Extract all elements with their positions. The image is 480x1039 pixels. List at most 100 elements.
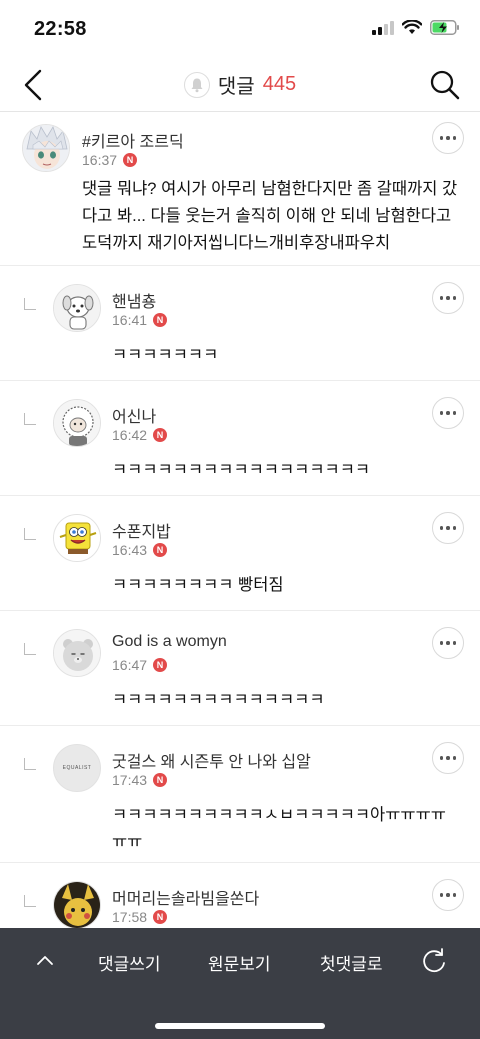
comment-meta: 16:43 N — [112, 542, 168, 558]
cartoon-fluffy-character-avatar-icon — [54, 400, 100, 446]
new-badge: N — [123, 153, 138, 167]
view-original-button[interactable]: 원문보기 — [208, 950, 271, 975]
status-time: 22:58 — [34, 18, 87, 40]
reply-indicator-icon — [24, 528, 36, 540]
comment-author[interactable]: 수폰지밥 — [112, 518, 171, 542]
comment-author[interactable]: God is a womyn — [112, 633, 227, 651]
write-comment-button[interactable]: 댓글쓰기 — [98, 950, 161, 975]
page-title: 댓글 445 — [0, 70, 480, 99]
comment-text: 댓글 뭐냐? 여시가 아무리 남혐한다지만 좀 갈때까지 갔다고 봐... 다들… — [82, 180, 458, 252]
more-dot — [452, 136, 457, 140]
reply-item: God is a womyn 16:47 N ㅋㅋㅋㅋㅋㅋㅋㅋㅋㅋㅋㅋㅋㅋ — [0, 611, 480, 726]
new-badge: N — [153, 543, 168, 557]
navigation-bar: 댓글 445 — [0, 58, 480, 112]
notification-bell[interactable] — [183, 71, 210, 98]
status-bar: 22:58 — [0, 0, 480, 58]
comment-meta: 17:43 N — [112, 772, 168, 788]
new-badge: N — [153, 313, 168, 327]
sponge-character-avatar-icon — [54, 515, 100, 561]
avatar[interactable] — [53, 629, 101, 677]
comment-author[interactable]: 머머리는솔라빔을쏜다 — [112, 885, 259, 909]
reply-indicator-icon — [24, 895, 36, 907]
more-dots-icon — [439, 136, 444, 140]
avatar[interactable]: EQUALIST — [53, 744, 101, 792]
reply-item: 핸냄춍 16:41 N ㅋㅋㅋㅋㅋㅋㅋ — [0, 266, 480, 381]
battery-charging-icon — [430, 20, 459, 35]
comment-text: ㅋㅋㅋㅋㅋㅋㅋㅋㅋㅋㅋㅋㅋㅋㅋㅋㅋ — [112, 461, 371, 479]
refresh-icon — [423, 948, 445, 973]
wifi-icon — [402, 20, 422, 34]
first-comment-button[interactable]: 첫댓글로 — [320, 950, 383, 975]
reply-indicator-icon — [24, 758, 36, 770]
comment-author[interactable]: 핸냄춍 — [112, 288, 156, 312]
bell-icon — [191, 78, 203, 92]
comment-author[interactable]: 굿걸스 왜 시즌투 안 나와 십알 — [112, 748, 311, 772]
comment-meta: 16:42 N — [112, 427, 168, 443]
more-options-button[interactable] — [432, 122, 464, 154]
more-dot — [446, 526, 450, 530]
avatar[interactable] — [53, 514, 101, 562]
avatar[interactable] — [53, 399, 101, 447]
more-dots-icon — [439, 756, 444, 760]
comment-text: ㅋㅋㅋㅋㅋㅋㅋㅋㅋㅋㅋㅋㅋㅋ — [112, 691, 325, 709]
avatar[interactable] — [22, 124, 70, 172]
comment-meta: 16:47 N — [112, 657, 168, 673]
more-dot — [452, 296, 457, 300]
comment-time: 16:42 — [112, 427, 148, 443]
comment-author[interactable]: #키르아 조르딕 — [82, 128, 184, 152]
comment-count: 445 — [262, 73, 297, 95]
status-icons — [372, 20, 460, 35]
comment-time: 16:43 — [112, 542, 148, 558]
more-options-button[interactable] — [432, 879, 464, 911]
more-dot — [446, 136, 450, 140]
more-dots-icon — [439, 296, 444, 300]
search-icon — [430, 70, 460, 100]
comment-author[interactable]: 어신나 — [112, 403, 156, 427]
avatar-logo-text: EQUALIST — [62, 765, 92, 771]
reply-indicator-icon — [24, 298, 36, 310]
more-dot — [446, 893, 450, 897]
bottom-toolbar: 댓글쓰기 원문보기 첫댓글로 — [0, 928, 480, 1039]
toolbar-row: 댓글쓰기 원문보기 첫댓글로 — [0, 928, 480, 994]
more-dot — [452, 893, 457, 897]
reply-item: EQUALIST 굿걸스 왜 시즌투 안 나와 십알 17:43 N ㅋㅋㅋㅋㅋ… — [0, 726, 480, 863]
comment-meta: 16:41 N — [112, 312, 168, 328]
comment-time: 17:58 — [112, 909, 148, 925]
anime-character-avatar-icon — [23, 125, 69, 171]
home-indicator[interactable] — [155, 1023, 325, 1029]
more-dot — [446, 641, 450, 645]
comment-time: 17:43 — [112, 772, 148, 788]
new-badge: N — [153, 658, 168, 672]
more-dot — [452, 756, 457, 760]
more-options-button[interactable] — [432, 627, 464, 659]
avatar[interactable] — [53, 284, 101, 332]
reply-item: 머머리는솔라빔을쏜다 17:58 N — [0, 863, 480, 928]
more-options-button[interactable] — [432, 282, 464, 314]
comment-time: 16:41 — [112, 312, 148, 328]
new-badge: N — [153, 910, 168, 924]
avatar[interactable] — [53, 881, 101, 928]
scroll-top-button[interactable] — [32, 948, 58, 974]
cartoon-dog-avatar-icon — [54, 285, 100, 331]
more-dot — [452, 641, 457, 645]
refresh-button[interactable] — [420, 947, 448, 975]
search-button[interactable] — [428, 68, 462, 102]
new-badge: N — [153, 773, 168, 787]
comment-text: ㅋㅋㅋㅋㅋㅋㅋㅋ 빵터짐 — [112, 576, 284, 594]
comment-text: ㅋㅋㅋㅋㅋㅋㅋ — [112, 346, 219, 364]
more-options-button[interactable] — [432, 742, 464, 774]
more-dots-icon — [439, 526, 444, 530]
more-options-button[interactable] — [432, 397, 464, 429]
comment-time: 16:37 — [82, 152, 118, 168]
comment-meta: 17:58 N — [112, 909, 168, 925]
comment-item: #키르아 조르딕 16:37 N 댓글 뭐냐? 여시가 아무리 남혐한다지만 좀… — [0, 112, 480, 266]
comment-text: ㅋㅋㅋㅋㅋㅋㅋㅋㅋㅋㅅㅂㅋㅋㅋㅋㅋ아ㅠㅠㅠㅠㅠㅠ — [112, 806, 446, 851]
pikachu-detective-avatar-icon — [54, 882, 100, 928]
reply-indicator-icon — [24, 643, 36, 655]
reply-item: 수폰지밥 16:43 N ㅋㅋㅋㅋㅋㅋㅋㅋ 빵터짐 — [0, 496, 480, 611]
more-dot — [452, 526, 457, 530]
comment-list[interactable]: #키르아 조르딕 16:37 N 댓글 뭐냐? 여시가 아무리 남혐한다지만 좀… — [0, 112, 480, 928]
chevron-up-icon — [37, 956, 53, 965]
comment-time: 16:47 — [112, 657, 148, 673]
more-options-button[interactable] — [432, 512, 464, 544]
